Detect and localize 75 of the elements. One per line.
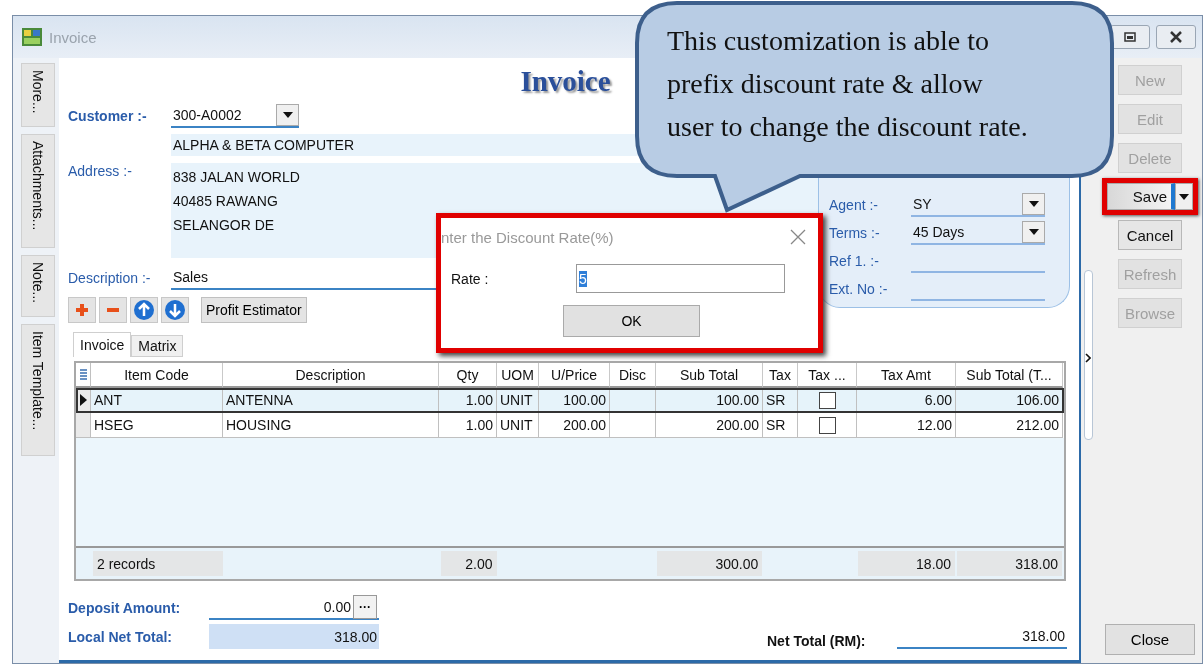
- side-tab[interactable]: Item Template...: [21, 324, 55, 456]
- move-up-button[interactable]: [130, 297, 158, 323]
- table-cell: 1.00: [439, 413, 497, 438]
- row-header-cell[interactable]: [76, 388, 91, 413]
- table-cell: SR: [763, 413, 798, 438]
- table-cell: 212.00: [956, 413, 1063, 438]
- rate-field[interactable]: 5: [576, 264, 785, 293]
- side-tab[interactable]: More...: [21, 63, 55, 127]
- remove-button[interactable]: [99, 297, 127, 323]
- total-value: 318.00: [209, 624, 379, 649]
- caret-icon: [1028, 201, 1039, 207]
- combo-field[interactable]: 45 Days: [911, 221, 1045, 245]
- close-icon: [1169, 31, 1183, 43]
- form-heading: Invoice: [520, 64, 611, 98]
- row-pointer-icon: [79, 394, 87, 406]
- table-row[interactable]: HSEG HOUSING 1.00 UNIT 200.00 200.00 SR 12.00 212.00: [76, 413, 1064, 438]
- summary-cell: 2 records: [93, 551, 223, 576]
- table-cell: HOUSING: [223, 413, 439, 438]
- field-label: Ext. No :-: [829, 281, 889, 297]
- dialog-title: nter the Discount Rate(%): [441, 228, 614, 246]
- total-label: Net Total (RM):: [767, 633, 867, 649]
- field-label: Address :-: [68, 163, 133, 181]
- caret-icon: [1028, 229, 1039, 235]
- side-tab[interactable]: Attachments...: [21, 134, 55, 248]
- action-button[interactable]: Cancel: [1118, 220, 1182, 250]
- restore-button[interactable]: [1110, 25, 1150, 49]
- save-button[interactable]: Save: [1107, 183, 1175, 210]
- tab[interactable]: Matrix: [131, 335, 184, 357]
- field-label: Customer :-: [68, 108, 148, 124]
- customer-combo[interactable]: 300-A0002: [171, 104, 299, 128]
- combo-field[interactable]: SY: [911, 193, 1045, 217]
- table-cell: 12.00: [857, 413, 956, 438]
- add-button[interactable]: [68, 297, 96, 323]
- summary-cell: 18.00: [858, 551, 956, 576]
- minus-icon: [106, 307, 120, 313]
- summary-cell: 318.00: [957, 551, 1062, 576]
- checkbox[interactable]: [818, 416, 836, 434]
- deposit-field[interactable]: 0.00 ···: [209, 595, 379, 620]
- move-down-button[interactable]: [161, 297, 189, 323]
- field-label: Description :-: [68, 270, 152, 286]
- close-icon[interactable]: [790, 229, 806, 245]
- summary-cell: 300.00: [657, 551, 763, 576]
- total-label: Local Net Total:: [68, 628, 173, 645]
- checkbox[interactable]: [818, 391, 836, 409]
- dropdown-button[interactable]: [1175, 183, 1193, 210]
- scrollbar-thumb[interactable]: [1084, 270, 1093, 440]
- table-cell: UNIT: [497, 413, 539, 438]
- profit-estimator-button[interactable]: Profit Estimator: [201, 297, 307, 323]
- column-chooser-icon[interactable]: [78, 368, 88, 381]
- side-tab[interactable]: Note...: [21, 255, 55, 317]
- restore-icon: [1124, 32, 1136, 42]
- table-cell: 200.00: [539, 413, 610, 438]
- plus-icon: [75, 303, 89, 317]
- ok-button[interactable]: OK: [563, 305, 700, 337]
- field-label: Agent :-: [829, 197, 880, 213]
- total-label: Deposit Amount:: [68, 599, 182, 616]
- summary-cell: 2.00: [440, 551, 497, 576]
- field-label: Terms :-: [829, 225, 881, 241]
- table-cell: 200.00: [656, 413, 763, 438]
- table-cell: HSEG: [91, 413, 223, 438]
- row-header-cell[interactable]: [76, 413, 91, 438]
- close-form-button[interactable]: Close: [1105, 624, 1195, 655]
- table-row[interactable]: ANT ANTENNA 1.00 UNIT 100.00 100.00 SR 6.00 106.00: [76, 388, 1064, 413]
- more-button[interactable]: ···: [353, 594, 377, 619]
- arrow-down-icon: [164, 299, 186, 321]
- field-label: Ref 1. :-: [829, 253, 880, 269]
- caret-icon: [282, 112, 293, 118]
- close-button[interactable]: [1156, 25, 1196, 49]
- caret-icon: [1179, 193, 1189, 200]
- rate-label: Rate :: [451, 270, 490, 287]
- window-title: Invoice: [49, 28, 97, 46]
- app-icon: [21, 26, 43, 48]
- tab[interactable]: Invoice: [73, 332, 132, 357]
- arrow-up-icon: [133, 299, 155, 321]
- chevron-right-icon[interactable]: [1085, 353, 1091, 363]
